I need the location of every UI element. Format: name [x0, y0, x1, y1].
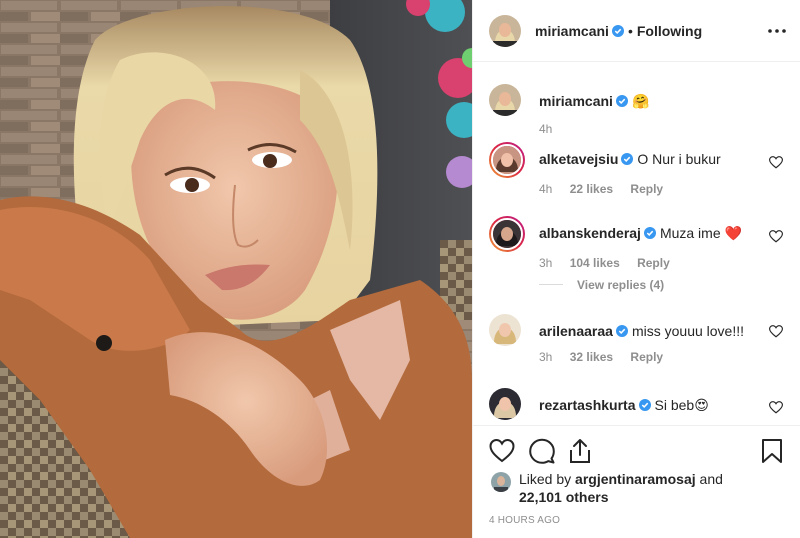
caption-username[interactable]: miriamcani — [539, 93, 613, 109]
heart-icon[interactable] — [489, 438, 515, 464]
caption-meta: 4h — [539, 122, 566, 136]
likes-text: Liked by argjentinaramosaj and 22,101 ot… — [519, 470, 779, 506]
verified-badge-icon — [621, 153, 634, 165]
comment-like-heart-icon[interactable] — [769, 401, 783, 414]
view-replies-button[interactable]: View replies (4) — [539, 278, 664, 292]
reply-button[interactable]: Reply — [630, 350, 663, 364]
verified-badge-icon — [615, 95, 628, 107]
reply-button[interactable]: Reply — [637, 256, 670, 270]
bookmark-icon[interactable] — [759, 438, 785, 464]
caption-body: miriamcani 🤗 — [539, 92, 759, 110]
instagram-post: miriamcani • Following miriamcani 🤗 4h a… — [0, 0, 800, 538]
comment-time[interactable]: 4h — [539, 182, 552, 196]
verified-badge-icon — [643, 227, 656, 239]
following-button[interactable]: Following — [637, 23, 702, 39]
liked-by-prefix: Liked by — [519, 471, 576, 487]
selfie-image — [0, 0, 472, 538]
liker-avatar-image — [491, 472, 511, 492]
liked-by-and: and — [695, 471, 723, 487]
comment-text: Muza ime ❤️ — [659, 225, 742, 241]
comment-likes-count[interactable]: 22 likes — [570, 182, 613, 196]
comment-body: albanskenderaj Muza ime ❤️ — [539, 224, 759, 242]
commenter-avatar[interactable] — [489, 388, 521, 420]
author-avatar-small[interactable] — [489, 84, 521, 116]
commenter-avatar-image — [489, 388, 521, 420]
comment-bubble-icon[interactable] — [529, 438, 555, 464]
commenter-avatar-image — [489, 314, 521, 346]
comment-body: alketavejsiu O Nur i bukur — [539, 150, 759, 168]
commenter-avatar-image — [493, 146, 521, 174]
comment-meta: 4h 22 likes Reply — [539, 182, 677, 196]
comment-username[interactable]: rezartashkurta — [539, 397, 636, 413]
caption-text: 🤗 — [631, 93, 650, 109]
author-avatar-image — [489, 14, 521, 47]
comment-likes-count[interactable]: 104 likes — [570, 256, 620, 270]
comment-like-heart-icon[interactable] — [769, 230, 783, 243]
commenter-avatar[interactable] — [489, 216, 525, 252]
comment-text: miss youuu love!!! — [631, 323, 745, 339]
commenter-avatar[interactable] — [489, 142, 525, 178]
comment-meta: 3h 104 likes Reply — [539, 256, 684, 270]
comment-body: arilenaaraa miss youuu love!!! — [539, 322, 759, 340]
author-avatar[interactable] — [489, 14, 521, 47]
comment-like-heart-icon[interactable] — [769, 325, 783, 338]
likes-count[interactable]: 22,101 others — [519, 489, 609, 505]
comment-meta: 3h 32 likes Reply — [539, 350, 677, 364]
comment-body: rezartashkurta Si beb😍 — [539, 396, 759, 414]
more-options-icon[interactable] — [767, 22, 787, 40]
separator-dot: • — [627, 22, 633, 39]
verified-badge-icon — [638, 399, 651, 411]
reply-button[interactable]: Reply — [630, 182, 663, 196]
commenter-avatar[interactable] — [489, 314, 521, 346]
comment-likes-count[interactable]: 32 likes — [570, 350, 613, 364]
view-replies-label: View replies (4) — [577, 278, 665, 292]
comment-text: Si beb😍 — [654, 397, 709, 413]
verified-badge-icon — [615, 325, 628, 337]
author-avatar-image — [489, 84, 521, 116]
post-timestamp[interactable]: 4 HOURS AGO — [489, 515, 560, 526]
verified-badge-icon — [611, 24, 624, 37]
comment-like-heart-icon[interactable] — [769, 156, 783, 169]
share-icon[interactable] — [567, 438, 593, 464]
comment-time[interactable]: 3h — [539, 256, 552, 270]
liked-by-user[interactable]: argjentinaramosaj — [575, 471, 696, 487]
comments-list[interactable]: miriamcani 🤗 4h alketavejsiu O Nur i buk… — [473, 62, 800, 424]
comment-time[interactable]: 3h — [539, 350, 552, 364]
author-username[interactable]: miriamcani — [535, 23, 609, 39]
caption-time[interactable]: 4h — [539, 122, 552, 136]
post-side-panel: miriamcani • Following miriamcani 🤗 4h a… — [472, 0, 800, 538]
commenter-avatar-image — [493, 220, 521, 248]
post-actions-bar — [473, 425, 800, 475]
comment-username[interactable]: alketavejsiu — [539, 151, 618, 167]
view-replies-divider — [539, 284, 563, 285]
post-header: miriamcani • Following — [473, 0, 800, 62]
post-photo[interactable] — [0, 0, 472, 538]
liker-avatar[interactable] — [491, 472, 511, 492]
comment-username[interactable]: arilenaaraa — [539, 323, 613, 339]
comment-text: O Nur i bukur — [637, 151, 721, 167]
comment-username[interactable]: albanskenderaj — [539, 225, 641, 241]
